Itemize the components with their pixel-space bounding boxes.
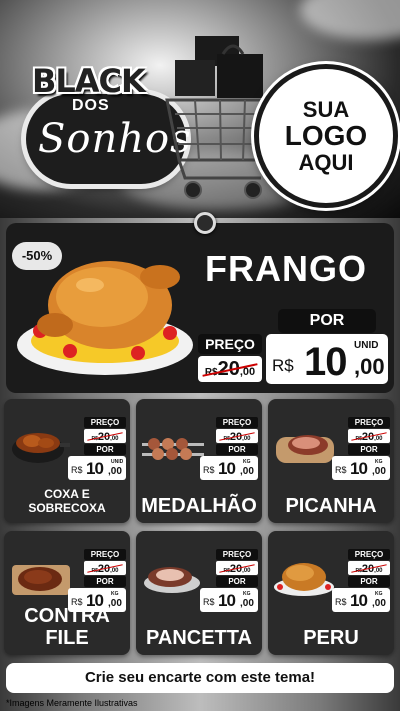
- brand-subtitle: DOS: [72, 97, 110, 114]
- product-card[interactable]: PREÇOR$20,00PORR$10UNID,00COXA ESOBRECOX…: [4, 399, 130, 523]
- product-name: PICANHA: [285, 495, 377, 517]
- new-price-unit: KG: [375, 591, 383, 597]
- new-price-int: 10: [350, 459, 368, 478]
- new-price-dec: ,00: [108, 466, 122, 477]
- new-price-int: 10: [218, 459, 236, 478]
- old-price: R$20,00: [84, 561, 126, 575]
- product-card[interactable]: PREÇOR$20,00PORR$10KG,00PICANHA: [268, 399, 394, 523]
- brand-title: BLACK: [32, 62, 146, 100]
- por-label: POR: [216, 576, 258, 587]
- por-label: POR: [84, 444, 126, 455]
- new-price-dec: ,00: [240, 598, 254, 609]
- product-name: PERU: [303, 627, 359, 649]
- old-price-dec: ,00: [374, 568, 383, 574]
- logo-line-2: LOGO: [284, 120, 368, 152]
- preco-label: PREÇO: [216, 549, 258, 560]
- old-price-dec: ,00: [242, 568, 251, 574]
- new-price-unit: UNID: [111, 459, 124, 465]
- disclaimer-text: *Imagens Meramente Ilustrativas: [6, 698, 138, 708]
- new-price-currency: R$: [335, 465, 347, 475]
- new-price-int: 10: [218, 591, 236, 610]
- old-price-dec: ,00: [110, 436, 119, 442]
- brand-logo: BLACK DOS Sonhos: [18, 62, 191, 190]
- old-price: R$20,00: [348, 429, 390, 443]
- discount-badge: -50%: [12, 242, 62, 270]
- header-banner: BLACK DOS Sonhos SUA LOGO AQUI: [0, 0, 400, 218]
- product-card[interactable]: PREÇOR$20,00PORR$10KG,00PERU: [268, 531, 394, 655]
- pin-icon: [194, 212, 216, 234]
- product-name: MEDALHÃO: [141, 495, 257, 517]
- product-name: CONTRA FILE: [24, 605, 110, 649]
- preco-label: PREÇO: [84, 417, 126, 428]
- new-price-int: 10: [304, 340, 347, 384]
- old-price: R$20,00: [216, 561, 258, 575]
- picanha-board-icon: [276, 435, 334, 463]
- flyer-page: BLACK DOS Sonhos SUA LOGO AQUI -50% FRAN…: [0, 0, 400, 711]
- new-price-dec: ,00: [240, 466, 254, 477]
- new-price-unit: KG: [243, 459, 251, 465]
- new-price-unit: KG: [375, 459, 383, 465]
- product-name: COXA E SOBRECOXA: [28, 487, 106, 515]
- cta-banner[interactable]: Crie seu encarte com este tema!: [6, 663, 394, 693]
- new-price: R$ 10 KG ,00: [200, 588, 258, 612]
- pancetta-icon: [144, 567, 200, 593]
- new-price-int: 10: [86, 459, 104, 478]
- new-price-unit: KG: [111, 591, 119, 597]
- roast-turkey-icon: [274, 563, 334, 596]
- product-name: PANCETTA: [146, 627, 252, 649]
- old-price-dec: ,00: [110, 568, 119, 574]
- new-price-int: 10: [350, 591, 368, 610]
- logo-line-1: SUA: [302, 97, 350, 123]
- featured-por-label: POR: [278, 309, 376, 333]
- new-price-currency: R$: [335, 597, 347, 607]
- new-price: R$ 10 UNID ,00: [68, 456, 126, 480]
- preco-label: PREÇO: [84, 549, 126, 560]
- featured-new-price: R$ 10 UNID ,00: [266, 334, 388, 384]
- new-price: R$ 10 KG ,00: [200, 456, 258, 480]
- old-price: R$20,00: [216, 429, 258, 443]
- old-price-dec: ,00: [242, 436, 251, 442]
- logo-placeholder[interactable]: SUA LOGO AQUI: [254, 64, 398, 208]
- new-price-unit: KG: [243, 591, 251, 597]
- preco-label: PREÇO: [216, 417, 258, 428]
- steak-board-icon: [12, 565, 70, 595]
- logo-line-3: AQUI: [298, 149, 354, 175]
- new-price-currency: R$: [272, 356, 294, 375]
- por-label: POR: [348, 444, 390, 455]
- por-label: POR: [348, 576, 390, 587]
- old-price-dec: ,00: [374, 436, 383, 442]
- new-price-dec: ,00: [372, 598, 386, 609]
- featured-preco-label: PREÇO: [198, 334, 262, 354]
- preco-label: PREÇO: [348, 417, 390, 428]
- featured-old-price: R$20,00: [198, 356, 262, 382]
- new-price-dec: ,00: [354, 354, 385, 379]
- new-price-unit: UNID: [354, 340, 379, 351]
- featured-product-name: FRANGO: [205, 248, 367, 289]
- old-price: R$20,00: [84, 429, 126, 443]
- new-price-dec: ,00: [372, 466, 386, 477]
- product-card[interactable]: PREÇOR$20,00PORR$10KG,00PANCETTA: [136, 531, 262, 655]
- product-card[interactable]: PREÇOR$20,00PORR$10KG,00CONTRA FILE: [4, 531, 130, 655]
- new-price-currency: R$: [203, 465, 215, 475]
- preco-label: PREÇO: [348, 549, 390, 560]
- meat-skewer-icon: [142, 438, 204, 460]
- new-price: R$ 10 KG ,00: [332, 456, 390, 480]
- new-price-currency: R$: [203, 597, 215, 607]
- new-price: R$ 10 KG ,00: [332, 588, 390, 612]
- por-label: POR: [84, 576, 126, 587]
- chicken-leg-pot-icon: [12, 433, 70, 463]
- por-label: POR: [216, 444, 258, 455]
- old-price: R$20,00: [348, 561, 390, 575]
- product-card[interactable]: PREÇOR$20,00PORR$10KG,00MEDALHÃO: [136, 399, 262, 523]
- new-price-currency: R$: [71, 465, 83, 475]
